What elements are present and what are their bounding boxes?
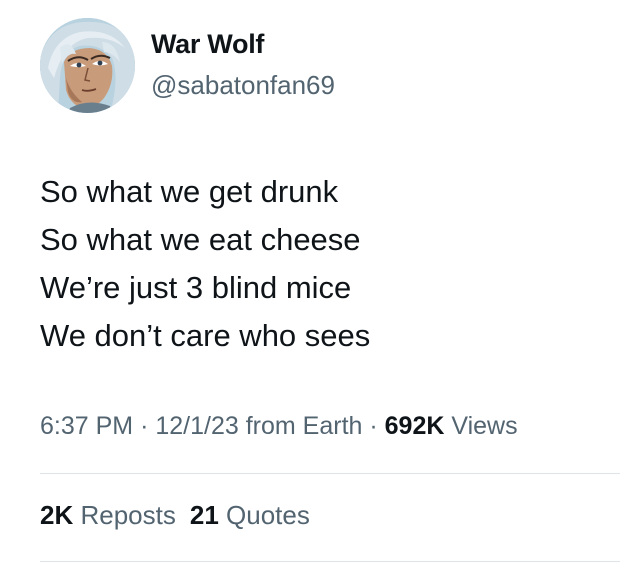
views-count[interactable]: 692K xyxy=(385,412,445,440)
avatar[interactable] xyxy=(40,18,135,113)
meta-separator: · xyxy=(369,412,378,440)
divider xyxy=(40,473,620,474)
reposts-link[interactable]: 2K Reposts xyxy=(40,500,176,530)
tweet-text-line: We’re just 3 blind mice xyxy=(40,270,352,305)
tweet-text: So what we get drunk So what we eat chee… xyxy=(40,168,370,360)
tweet-source: from Earth xyxy=(245,412,363,440)
user-handle[interactable]: @sabatonfan69 xyxy=(151,70,335,101)
reposts-count: 2K xyxy=(40,500,74,530)
reposts-label: Reposts xyxy=(80,500,176,530)
tweet-card: War Wolf @sabatonfan69 So what we get dr… xyxy=(0,0,620,563)
engagement-stats: 2K Reposts 21 Quotes xyxy=(40,500,310,531)
meta-separator: · xyxy=(140,412,149,440)
tweet-metadata: 6:37 PM · 12/1/23 from Earth · 692K View… xyxy=(40,412,518,441)
quotes-count: 21 xyxy=(189,500,219,530)
tweet-text-line: So what we eat cheese xyxy=(40,222,361,257)
divider xyxy=(40,561,620,562)
tweet-text-line: So what we get drunk xyxy=(40,174,339,209)
tweet-date[interactable]: 12/1/23 xyxy=(155,412,238,440)
quotes-label: Quotes xyxy=(226,500,310,530)
tweet-time[interactable]: 6:37 PM xyxy=(40,412,133,440)
quotes-link[interactable]: 21 Quotes xyxy=(190,500,310,530)
display-name[interactable]: War Wolf xyxy=(151,29,264,60)
anime-portrait-avatar-icon xyxy=(40,18,135,113)
tweet-text-line: We don’t care who sees xyxy=(40,318,371,353)
views-label[interactable]: Views xyxy=(451,412,517,440)
